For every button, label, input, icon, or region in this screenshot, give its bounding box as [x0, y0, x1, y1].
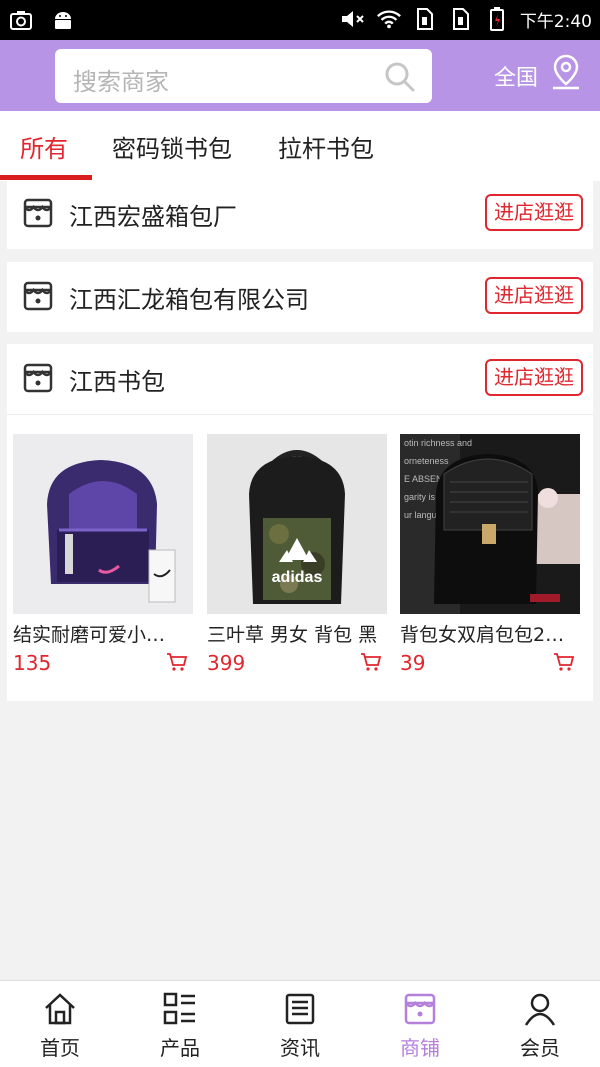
- products-icon: [163, 992, 195, 1025]
- store-row[interactable]: 江西宏盛箱包厂 进店逛逛: [7, 179, 593, 249]
- nav-label: 商铺: [400, 1036, 440, 1060]
- shop-icon: [23, 363, 53, 393]
- visit-store-button[interactable]: 进店逛逛: [485, 194, 583, 231]
- battery-icon: [484, 6, 510, 32]
- status-bar: 下午2:40: [0, 0, 600, 40]
- cart-icon[interactable]: [359, 650, 383, 674]
- nav-products[interactable]: 产品: [120, 981, 240, 1067]
- tab-password-lock-bag[interactable]: 密码锁书包: [112, 129, 232, 164]
- svg-text:orneteness: orneteness: [404, 456, 449, 466]
- divider: [7, 414, 593, 415]
- search-icon[interactable]: [384, 61, 416, 93]
- bottom-nav: 首页 产品 资讯 商铺 会员: [0, 980, 600, 1067]
- svg-text:garity is: garity is: [404, 492, 436, 502]
- store-row[interactable]: 江西汇龙箱包有限公司 进店逛逛: [7, 262, 593, 332]
- cart-icon[interactable]: [552, 650, 576, 674]
- android-icon: [50, 7, 76, 33]
- shop-icon: [23, 281, 53, 311]
- cart-icon[interactable]: [165, 650, 189, 674]
- nav-news[interactable]: 资讯: [240, 981, 360, 1067]
- tab-trolley-bag[interactable]: 拉杆书包: [278, 129, 374, 164]
- store-name: 江西书包: [69, 368, 165, 396]
- product-name: 结实耐磨可爱小…: [13, 624, 166, 646]
- visit-store-button[interactable]: 进店逛逛: [485, 277, 583, 314]
- product-card[interactable]: otin richness and orneteness E ABSENCE g…: [400, 434, 580, 675]
- header-bar: 搜索商家 全国: [0, 40, 600, 111]
- store-name: 江西汇龙箱包有限公司: [69, 286, 309, 314]
- store-row[interactable]: 江西书包 进店逛逛: [7, 344, 593, 414]
- product-image[interactable]: otin richness and orneteness E ABSENCE g…: [400, 434, 580, 614]
- product-image[interactable]: [13, 434, 193, 614]
- store-name: 江西宏盛箱包厂: [69, 203, 237, 231]
- sim1-icon: [412, 6, 438, 32]
- nav-shops[interactable]: 商铺: [360, 981, 480, 1067]
- product-card[interactable]: 结实耐磨可爱小… 135: [13, 434, 193, 675]
- news-icon: [285, 993, 315, 1025]
- nav-label: 会员: [520, 1036, 560, 1060]
- store-card: 江西汇龙箱包有限公司 进店逛逛: [7, 262, 593, 332]
- home-icon: [45, 993, 75, 1025]
- product-name: 三叶草 男女 背包 黑: [207, 624, 378, 646]
- product-card[interactable]: adidas 三叶草 男女 背包 黑 399: [207, 434, 387, 675]
- product-image[interactable]: adidas: [207, 434, 387, 614]
- shop-icon: [404, 993, 436, 1025]
- nav-label: 首页: [40, 1036, 80, 1060]
- status-time: 下午2:40: [519, 11, 592, 32]
- shop-icon: [23, 198, 53, 228]
- sim2-icon: [448, 6, 474, 32]
- mute-icon: [340, 6, 366, 32]
- brand-logo-text: adidas: [272, 569, 323, 586]
- nav-home[interactable]: 首页: [0, 981, 120, 1067]
- region-selector[interactable]: 全国: [494, 60, 538, 92]
- location-pin-icon[interactable]: [550, 54, 582, 90]
- svg-text:otin richness and: otin richness and: [404, 438, 472, 448]
- tab-all[interactable]: 所有: [20, 129, 68, 164]
- search-input[interactable]: 搜索商家: [55, 49, 432, 103]
- visit-store-button[interactable]: 进店逛逛: [485, 359, 583, 396]
- store-card: 江西宏盛箱包厂 进店逛逛: [7, 181, 593, 249]
- svg-text:ur langu: ur langu: [404, 510, 437, 520]
- category-tabs: 所有 密码锁书包 拉杆书包: [0, 111, 600, 181]
- search-placeholder: 搜索商家: [73, 68, 169, 96]
- nav-label: 产品: [160, 1036, 200, 1060]
- wifi-icon: [376, 6, 402, 32]
- screenshot-icon: [8, 7, 34, 33]
- member-icon: [524, 993, 556, 1026]
- nav-member[interactable]: 会员: [480, 981, 600, 1067]
- product-name: 背包女双肩包包2…: [400, 624, 565, 646]
- nav-label: 资讯: [280, 1036, 320, 1060]
- store-card: 江西书包 进店逛逛 结实耐磨可爱小… 135 adidas 三叶草 男女 背包 …: [7, 344, 593, 701]
